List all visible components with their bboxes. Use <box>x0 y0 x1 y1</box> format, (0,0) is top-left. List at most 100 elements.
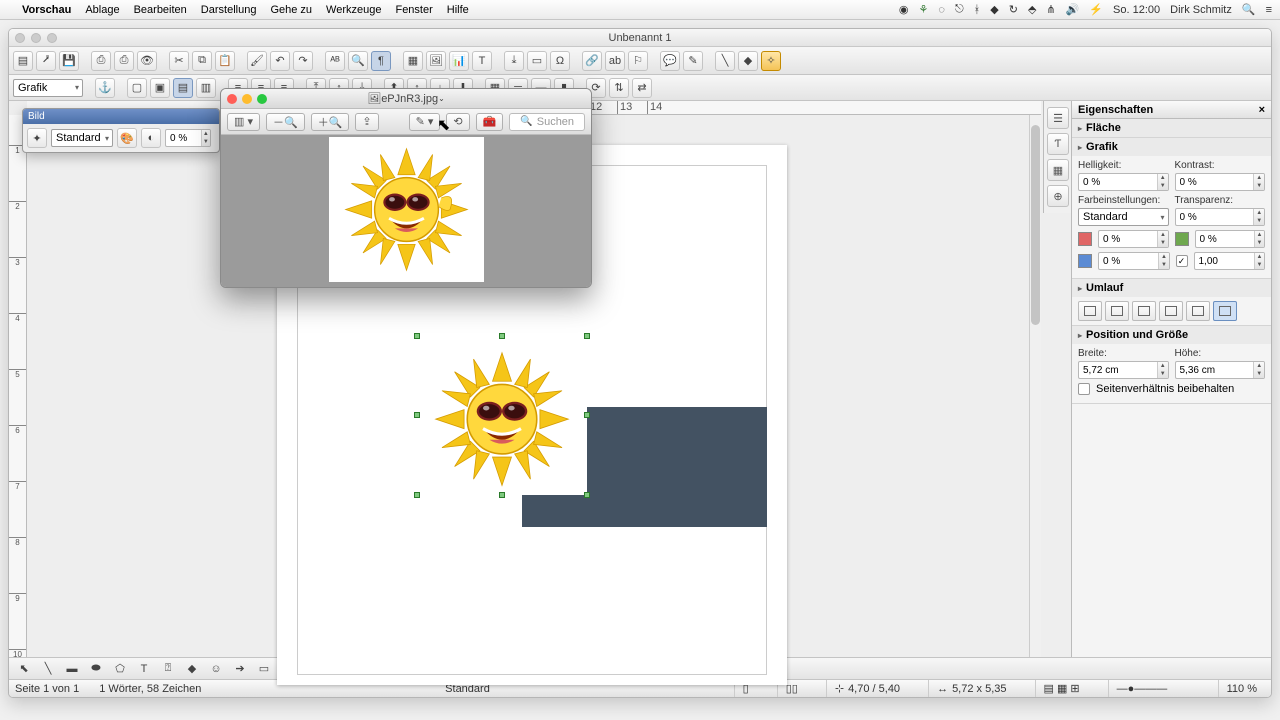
preview-edit-button[interactable]: 🧰 <box>476 113 504 131</box>
section-area-header[interactable]: Fläche <box>1072 119 1271 137</box>
ellipse-tool[interactable]: ⬬ <box>87 661 105 677</box>
gamma-spinner[interactable]: ▲▼ <box>1194 252 1266 270</box>
menu-gehezu[interactable]: Gehe zu <box>270 4 312 16</box>
graphic-mode-combo[interactable]: Standard <box>51 129 113 147</box>
brightness-spinner[interactable]: ▲▼ <box>1078 173 1169 191</box>
print-button[interactable]: ⎙ <box>114 51 134 71</box>
preview-zoom-in-button[interactable]: ＋🔍 <box>311 113 350 131</box>
wrap-optimal-button[interactable] <box>1213 301 1237 321</box>
basic-shapes-tool[interactable]: ◆ <box>183 661 201 677</box>
selection-handle[interactable] <box>414 492 420 498</box>
undo-button[interactable]: ↶ <box>270 51 290 71</box>
status-record-icon[interactable]: ◉ <box>899 3 909 16</box>
textbox-button[interactable]: T <box>472 51 492 71</box>
status-words[interactable]: 1 Wörter, 58 Zeichen <box>99 683 201 695</box>
image-toolbar-title[interactable]: Bild <box>23 109 219 124</box>
preview-traffic-lights[interactable] <box>227 94 267 104</box>
status-page[interactable]: Seite 1 von 1 <box>15 683 79 695</box>
menubar-clock[interactable]: So. 12:00 <box>1113 4 1160 16</box>
preview-markup-button[interactable]: ✎ ▾ <box>409 113 441 131</box>
gamma-checkbox[interactable]: ✓ <box>1176 255 1188 267</box>
draw-functions-button[interactable]: ✧ <box>761 51 781 71</box>
image-button[interactable]: 🖼 <box>426 51 446 71</box>
status-timemachine-icon[interactable]: ↻ <box>1009 3 1018 16</box>
preview-app-window[interactable]: 🖼 ePJnR3.jpg ⌄ ▥ ▾ －🔍 ＋🔍 ⇪ ✎ ▾ ⟲ 🧰 🔍 Suc… <box>220 88 592 288</box>
status-leaf-icon[interactable]: ⚘ <box>919 3 929 16</box>
selection-handle[interactable] <box>499 492 505 498</box>
close-icon[interactable] <box>227 94 237 104</box>
vertical-scrollbar[interactable] <box>1029 115 1041 657</box>
menu-darstellung[interactable]: Darstellung <box>201 4 257 16</box>
transparency-spinner[interactable]: ▲▼ <box>1175 208 1266 226</box>
preview-canvas[interactable] <box>221 135 591 287</box>
wrap-off-button[interactable]: ▢ <box>127 78 147 98</box>
vertical-ruler[interactable]: 12345678910 <box>9 115 27 657</box>
preview-sun-image[interactable] <box>329 137 484 282</box>
symbol-shapes-tool[interactable]: ☺ <box>207 661 225 677</box>
sidebar-tab-gallery[interactable]: ▦ <box>1047 159 1069 181</box>
polygon-tool[interactable]: ⬠ <box>111 661 129 677</box>
status-dropbox-icon[interactable]: ◆ <box>990 3 998 16</box>
wrap-before-button[interactable] <box>1105 301 1129 321</box>
redo-button[interactable]: ↷ <box>293 51 313 71</box>
scrollbar-thumb[interactable] <box>1031 125 1040 325</box>
paste-button[interactable]: 📋 <box>215 51 235 71</box>
green-spinner[interactable]: ▲▼ <box>1195 230 1266 248</box>
preview-search-field[interactable]: 🔍 Suchen <box>509 113 585 131</box>
preview-share-button[interactable]: ⇪ <box>355 113 378 131</box>
section-pos-header[interactable]: Position und Größe <box>1072 326 1271 344</box>
basic-shapes-button[interactable]: ◆ <box>738 51 758 71</box>
style-combo[interactable]: Grafik <box>13 79 83 97</box>
text-tool[interactable]: T <box>135 661 153 677</box>
preview-sidebar-button[interactable]: ▥ ▾ <box>227 113 260 131</box>
format-paintbrush-button[interactable]: 🖌 <box>247 51 267 71</box>
selection-handle[interactable] <box>584 412 590 418</box>
bookmark-button[interactable]: ⚐ <box>628 51 648 71</box>
wrap-none-button[interactable] <box>1078 301 1102 321</box>
find-button[interactable]: 🔍 <box>348 51 368 71</box>
zoom-value[interactable]: 110 % <box>1218 680 1265 697</box>
selection-handle[interactable] <box>414 333 420 339</box>
select-tool[interactable]: ⬉ <box>15 661 33 677</box>
transparency-field[interactable]: ▲▼ <box>165 129 211 147</box>
window-traffic-lights[interactable] <box>15 33 57 43</box>
comment-button[interactable]: 💬 <box>660 51 680 71</box>
colormode-combo[interactable]: Standard <box>1078 208 1169 226</box>
keep-ratio-checkbox[interactable] <box>1078 383 1090 395</box>
preview-titlebar[interactable]: 🖼 ePJnR3.jpg ⌄ <box>221 89 591 109</box>
flip-v-button[interactable]: ⇅ <box>609 78 629 98</box>
line-tool[interactable]: ╲ <box>39 661 57 677</box>
track-changes-button[interactable]: ✎ <box>683 51 703 71</box>
section-graphic-header[interactable]: Grafik <box>1072 138 1271 156</box>
selection-handle[interactable] <box>499 333 505 339</box>
wrap-after-button[interactable] <box>1132 301 1156 321</box>
zoom-slider[interactable]: —●——— <box>1108 680 1198 697</box>
special-char-button[interactable]: Ω <box>550 51 570 71</box>
image-floating-toolbar[interactable]: Bild ✦ Standard 🎨 ◐ ▲▼ <box>22 108 220 153</box>
status-power-icon[interactable]: ⚡ <box>1089 3 1103 16</box>
status-volume-icon[interactable]: 🔊 <box>1066 3 1080 16</box>
cut-button[interactable]: ✂ <box>169 51 189 71</box>
height-spinner[interactable]: ▲▼ <box>1175 361 1266 379</box>
table-button[interactable]: ▦ <box>403 51 423 71</box>
sidebar-tab-properties[interactable]: ☰ <box>1047 107 1069 129</box>
hyperlink-button[interactable]: 🔗 <box>582 51 602 71</box>
wrap-page-button[interactable]: ▣ <box>150 78 170 98</box>
field-button[interactable]: ▭ <box>527 51 547 71</box>
print-preview-button[interactable]: 👁 <box>137 51 157 71</box>
chart-button[interactable]: 📊 <box>449 51 469 71</box>
open-button[interactable]: ⭷ <box>36 51 56 71</box>
preview-zoom-out-button[interactable]: －🔍 <box>266 113 305 131</box>
menu-werkzeuge[interactable]: Werkzeuge <box>326 4 381 16</box>
menu-fenster[interactable]: Fenster <box>395 4 432 16</box>
selection-handle[interactable] <box>584 333 590 339</box>
transparency-button[interactable]: ◐ <box>141 128 161 148</box>
status-view-layout[interactable]: ▤ ▦ ⊞ <box>1035 680 1088 697</box>
menubar-user[interactable]: Dirk Schmitz <box>1170 4 1232 16</box>
save-button[interactable]: 💾 <box>59 51 79 71</box>
preview-rotate-button[interactable]: ⟲ <box>446 113 469 131</box>
flowchart-tool[interactable]: ▭ <box>255 661 273 677</box>
rect-tool[interactable]: ▬ <box>63 661 81 677</box>
spotlight-icon[interactable]: 🔍 <box>1242 3 1256 16</box>
wrap-parallel-button[interactable] <box>1159 301 1183 321</box>
